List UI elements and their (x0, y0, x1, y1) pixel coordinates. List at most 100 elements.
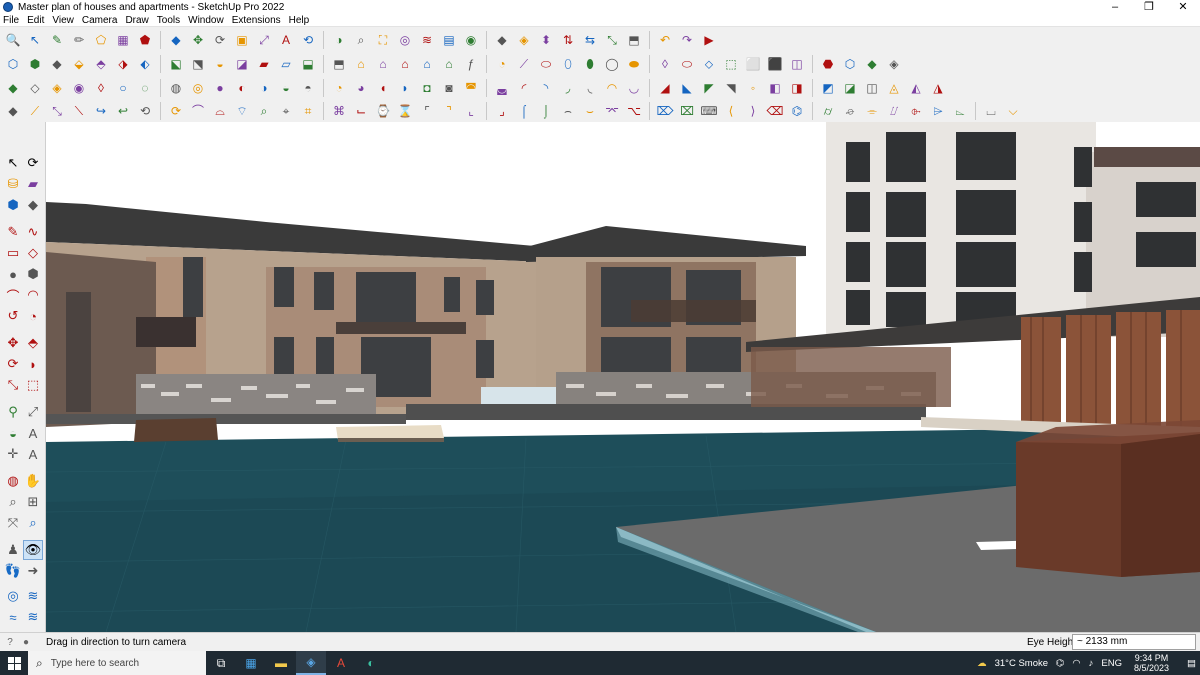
toolbar-tool-icon[interactable]: ◗ (396, 79, 415, 98)
toolbar-tool-icon[interactable]: ⌰ (885, 102, 904, 121)
toolbar-tool-icon[interactable]: ⌯ (863, 102, 882, 121)
follow-me-icon[interactable]: ◗ (23, 354, 43, 374)
toolbar-tool-icon[interactable]: ▶ (700, 31, 719, 50)
taskbar-search[interactable]: ⌕ Type here to search (28, 651, 206, 675)
sketchup-taskbar-icon[interactable]: ◈ (296, 651, 326, 675)
toolbar-tool-icon[interactable]: ⌵ (1004, 102, 1023, 121)
menu-extensions[interactable]: Extensions (232, 15, 281, 26)
toolbar-tool-icon[interactable]: ◔ (493, 55, 512, 74)
toolbar-tool-icon[interactable]: ⟲ (299, 31, 318, 50)
toolbar-tool-icon[interactable]: ⬛ (766, 55, 785, 74)
menu-tools[interactable]: Tools (157, 15, 180, 26)
toolbar-tool-icon[interactable]: ⬠ (92, 31, 111, 50)
toolbar-tool-icon[interactable]: ◍ (167, 79, 186, 98)
weather-icon[interactable]: ☁ (977, 658, 987, 669)
zoom-extents-icon[interactable]: ⤧ (3, 513, 23, 533)
start-button[interactable] (0, 651, 28, 675)
toolbar-tool-icon[interactable]: ◪ (841, 79, 860, 98)
toolbar-tool-icon[interactable]: ⌘ (330, 102, 349, 121)
menu-file[interactable]: File (3, 15, 19, 26)
toolbar-tool-icon[interactable]: ⬖ (136, 55, 155, 74)
autocad-icon[interactable]: A (326, 651, 356, 675)
toolbar-tool-icon[interactable]: ◭ (907, 79, 926, 98)
volume-icon[interactable]: ♪ (1089, 658, 1094, 669)
minimize-button[interactable]: – (1098, 0, 1132, 14)
toolbar-tool-icon[interactable]: ⇅ (559, 31, 578, 50)
tag-icon[interactable]: ◆ (23, 195, 43, 215)
polygon-icon[interactable]: ⬢ (23, 264, 43, 284)
toolbar-tool-icon[interactable]: ⟳ (167, 102, 186, 121)
toolbar-tool-icon[interactable]: ✥ (189, 31, 208, 50)
toolbar-tool-icon[interactable]: ⌱ (907, 102, 926, 121)
toolbar-tool-icon[interactable]: ⌫ (766, 102, 785, 121)
toolbar-tool-icon[interactable]: ◆ (167, 31, 186, 50)
toolbar-tool-icon[interactable]: ✎ (48, 31, 67, 50)
toolbar-tool-icon[interactable]: ⌛ (396, 102, 415, 121)
pie-icon[interactable]: ◔ (23, 306, 43, 326)
toolbar-tool-icon[interactable]: ◯ (603, 55, 622, 74)
toolbar-tool-icon[interactable]: ⌗ (299, 102, 318, 121)
toolbar-tool-icon[interactable]: ⬭ (537, 55, 556, 74)
eraser-icon[interactable]: ▰ (23, 174, 43, 194)
toolbar-tool-icon[interactable]: ⟲ (136, 102, 155, 121)
toolbar-tool-icon[interactable]: ◆ (48, 55, 67, 74)
line-tool-icon[interactable]: ✎ (3, 222, 23, 242)
toolbar-tool-icon[interactable]: ◛ (493, 79, 512, 98)
toolbar-tool-icon[interactable]: ◢ (656, 79, 675, 98)
arc-icon[interactable]: ⌒ (3, 285, 23, 305)
toolbar-tool-icon[interactable]: ↩ (114, 102, 133, 121)
toolbar-tool-icon[interactable]: ▱ (277, 55, 296, 74)
toolbar-tool-icon[interactable]: ⌝ (440, 102, 459, 121)
toolbar-tool-icon[interactable]: ⬯ (559, 55, 578, 74)
toolbar-tool-icon[interactable]: ⬡ (4, 55, 23, 74)
close-button[interactable]: ✕ (1166, 0, 1200, 14)
toolbar-tool-icon[interactable]: ◑ (330, 31, 349, 50)
menu-help[interactable]: Help (289, 15, 310, 26)
toolbar-tool-icon[interactable]: ⌠ (515, 102, 534, 121)
task-view-icon[interactable]: ⧉ (206, 651, 236, 675)
toolbar-tool-icon[interactable]: ⌂ (352, 55, 371, 74)
toolbar-tool-icon[interactable]: ⬓ (299, 55, 318, 74)
toolbar-tool-icon[interactable]: ⬡ (841, 55, 860, 74)
toolbar-tool-icon[interactable]: ⟋ (26, 102, 45, 121)
toolbar-tool-icon[interactable]: ⬟ (136, 31, 155, 50)
toolbar-tool-icon[interactable]: ⟩ (744, 102, 763, 121)
toolbar-tool-icon[interactable]: ⌟ (493, 102, 512, 121)
toolbar-tool-icon[interactable]: ◝ (537, 79, 556, 98)
toolbar-tool-icon[interactable]: ƒ (462, 55, 481, 74)
toolbar-tool-icon[interactable]: ⌕ (255, 102, 274, 121)
pan-icon[interactable]: ✋ (23, 471, 43, 491)
menu-edit[interactable]: Edit (27, 15, 44, 26)
toolbar-tool-icon[interactable]: ⬚ (722, 55, 741, 74)
orbit-icon[interactable]: ◍ (3, 471, 23, 491)
toolbar-tool-icon[interactable]: ⬗ (114, 55, 133, 74)
toolbar-tool-icon[interactable]: ⬍ (537, 31, 556, 50)
toolbar-tool-icon[interactable]: ◨ (788, 79, 807, 98)
weather-text[interactable]: 31°C Smoke (995, 658, 1048, 669)
toolbar-tool-icon[interactable]: ◊ (656, 55, 675, 74)
toolbar-tool-icon[interactable]: ⌒ (189, 102, 208, 121)
toolbar-tool-icon[interactable]: ⬒ (330, 55, 349, 74)
toolbar-tool-icon[interactable]: ◈ (48, 79, 67, 98)
stamp-icon[interactable]: ≈ (3, 607, 23, 627)
toolbar-tool-icon[interactable]: ◌ (136, 79, 155, 98)
toolbar-tool-icon[interactable]: ◬ (885, 79, 904, 98)
toolbar-tool-icon[interactable]: ▣ (233, 31, 252, 50)
menu-camera[interactable]: Camera (82, 15, 118, 26)
toolbar-tool-icon[interactable]: ◆ (4, 79, 23, 98)
toolbar-tool-icon[interactable]: ⌂ (440, 55, 459, 74)
toolbar-tool-icon[interactable]: ↖ (26, 31, 45, 50)
toolbar-tool-icon[interactable]: ◮ (929, 79, 948, 98)
toolbar-tool-icon[interactable]: ○ (114, 79, 133, 98)
toolbar-tool-icon[interactable]: ⌴ (982, 102, 1001, 121)
position-camera-icon[interactable]: ♟ (3, 540, 23, 560)
edge-icon[interactable]: ◐ (356, 651, 386, 675)
toolbar-tool-icon[interactable]: A (277, 31, 296, 50)
sandbox-icon[interactable]: ◎ (3, 586, 23, 606)
toolbar-tool-icon[interactable]: ◑ (255, 79, 274, 98)
toolbar-tool-icon[interactable]: ◫ (788, 55, 807, 74)
toolbar-tool-icon[interactable]: ▦ (114, 31, 133, 50)
section-plane-icon[interactable]: ➜ (23, 561, 43, 581)
toolbar-tool-icon[interactable]: ⬕ (167, 55, 186, 74)
model-viewport[interactable] (46, 122, 1200, 632)
